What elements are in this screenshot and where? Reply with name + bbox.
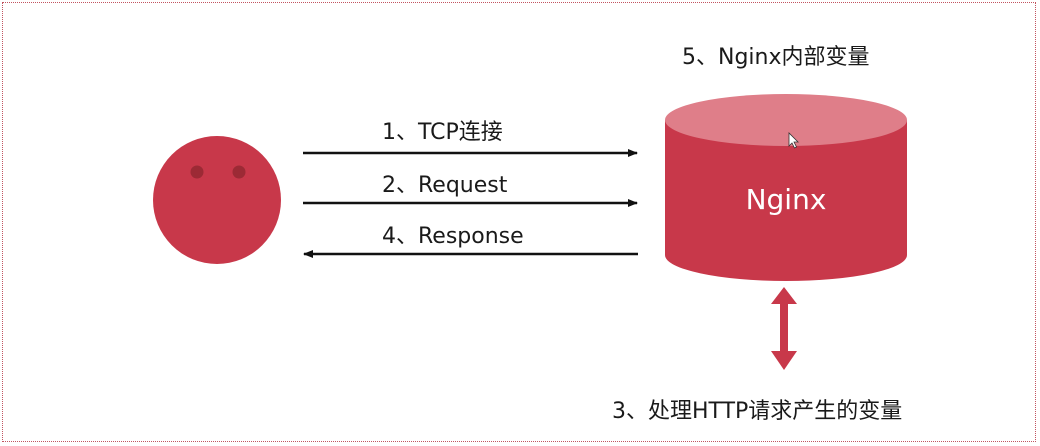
response-label: 4、Response bbox=[382, 224, 524, 249]
request-label: 2、Request bbox=[382, 173, 508, 198]
http-variables-label: 3、处理HTTP请求产生的变量 bbox=[612, 399, 902, 424]
internal-variables-label: 5、Nginx内部变量 bbox=[682, 45, 870, 70]
diagram-canvas: 1、TCP连接 2、Request 4、Response Nginx 5、Ngi… bbox=[153, 45, 907, 424]
nginx-server-label: Nginx bbox=[746, 183, 827, 216]
left-eye bbox=[190, 165, 204, 179]
tcp-label: 1、TCP连接 bbox=[382, 120, 503, 145]
vertical-double-arrow-icon bbox=[771, 287, 797, 370]
right-eye bbox=[232, 165, 246, 179]
client-face-icon bbox=[153, 136, 281, 264]
